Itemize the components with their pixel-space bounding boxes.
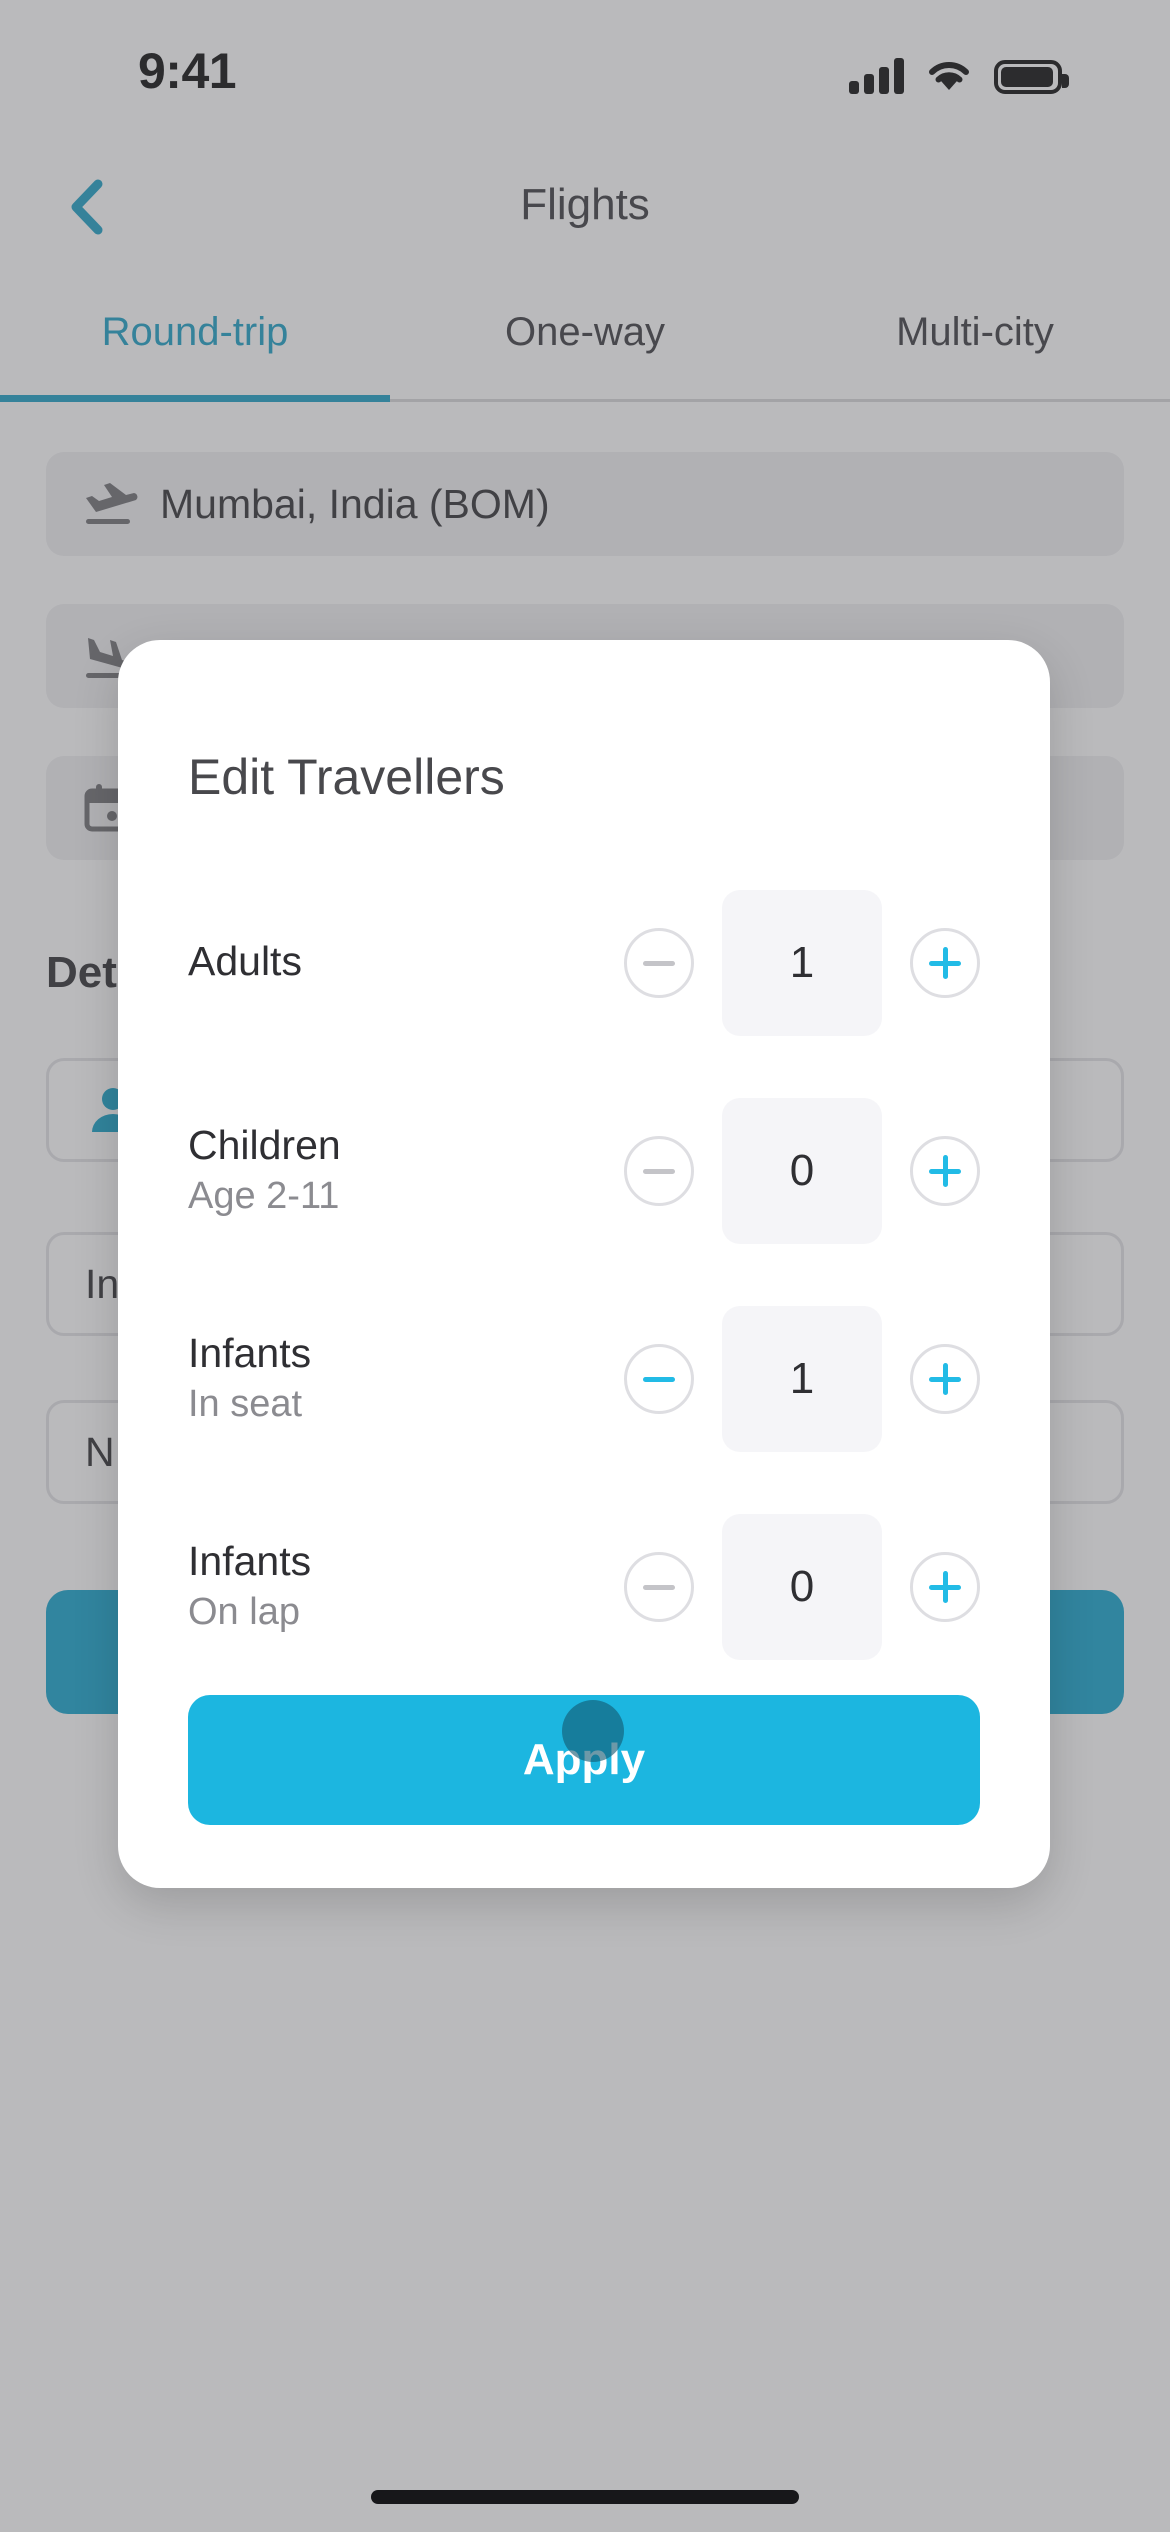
plus-circle-icon[interactable] [910, 928, 980, 998]
stepper-value: 1 [722, 1306, 882, 1452]
dialog-title: Edit Travellers [188, 749, 505, 805]
plus-circle-icon[interactable] [910, 1552, 980, 1622]
row-subtitle: In seat [188, 1383, 303, 1426]
minus-circle-icon[interactable] [624, 1344, 694, 1414]
stepper-value: 1 [722, 890, 882, 1036]
stepper-row-infants-on-lap: Infants On lap 0 [188, 1514, 980, 1660]
row-subtitle: Age 2-11 [188, 1175, 340, 1218]
row-labels: Children Age 2-11 [188, 1121, 624, 1221]
row-title: Children [188, 1122, 341, 1169]
row-title: Infants [188, 1538, 312, 1585]
minus-circle-icon[interactable] [624, 1552, 694, 1622]
stepper-value: 0 [722, 1514, 882, 1660]
stepper-row-adults: Adults 1 [188, 890, 980, 1036]
stepper-control: 1 [624, 1306, 980, 1452]
stepper-control: 0 [624, 1098, 980, 1244]
home-indicator [371, 2490, 799, 2504]
row-labels: Infants On lap [188, 1537, 624, 1637]
stepper-control: 0 [624, 1514, 980, 1660]
plus-circle-icon[interactable] [910, 1344, 980, 1414]
edit-travellers-dialog: Edit Travellers Adults 1 Children Age 2-… [118, 640, 1050, 1888]
minus-circle-icon[interactable] [624, 928, 694, 998]
phone-screen: 9:41 Flights Round-trip One-way Multi-ci… [0, 0, 1170, 2532]
row-labels: Infants In seat [188, 1329, 624, 1429]
stepper-row-children: Children Age 2-11 0 [188, 1098, 980, 1244]
stepper-control: 1 [624, 890, 980, 1036]
plus-circle-icon[interactable] [910, 1136, 980, 1206]
apply-button[interactable]: Apply [188, 1695, 980, 1825]
row-labels: Adults [188, 937, 624, 989]
stepper-row-infants-in-seat: Infants In seat 1 [188, 1306, 980, 1452]
minus-circle-icon[interactable] [624, 1136, 694, 1206]
row-subtitle: On lap [188, 1591, 300, 1634]
row-title: Adults [188, 937, 302, 984]
row-title: Infants [188, 1330, 312, 1377]
stepper-value: 0 [722, 1098, 882, 1244]
